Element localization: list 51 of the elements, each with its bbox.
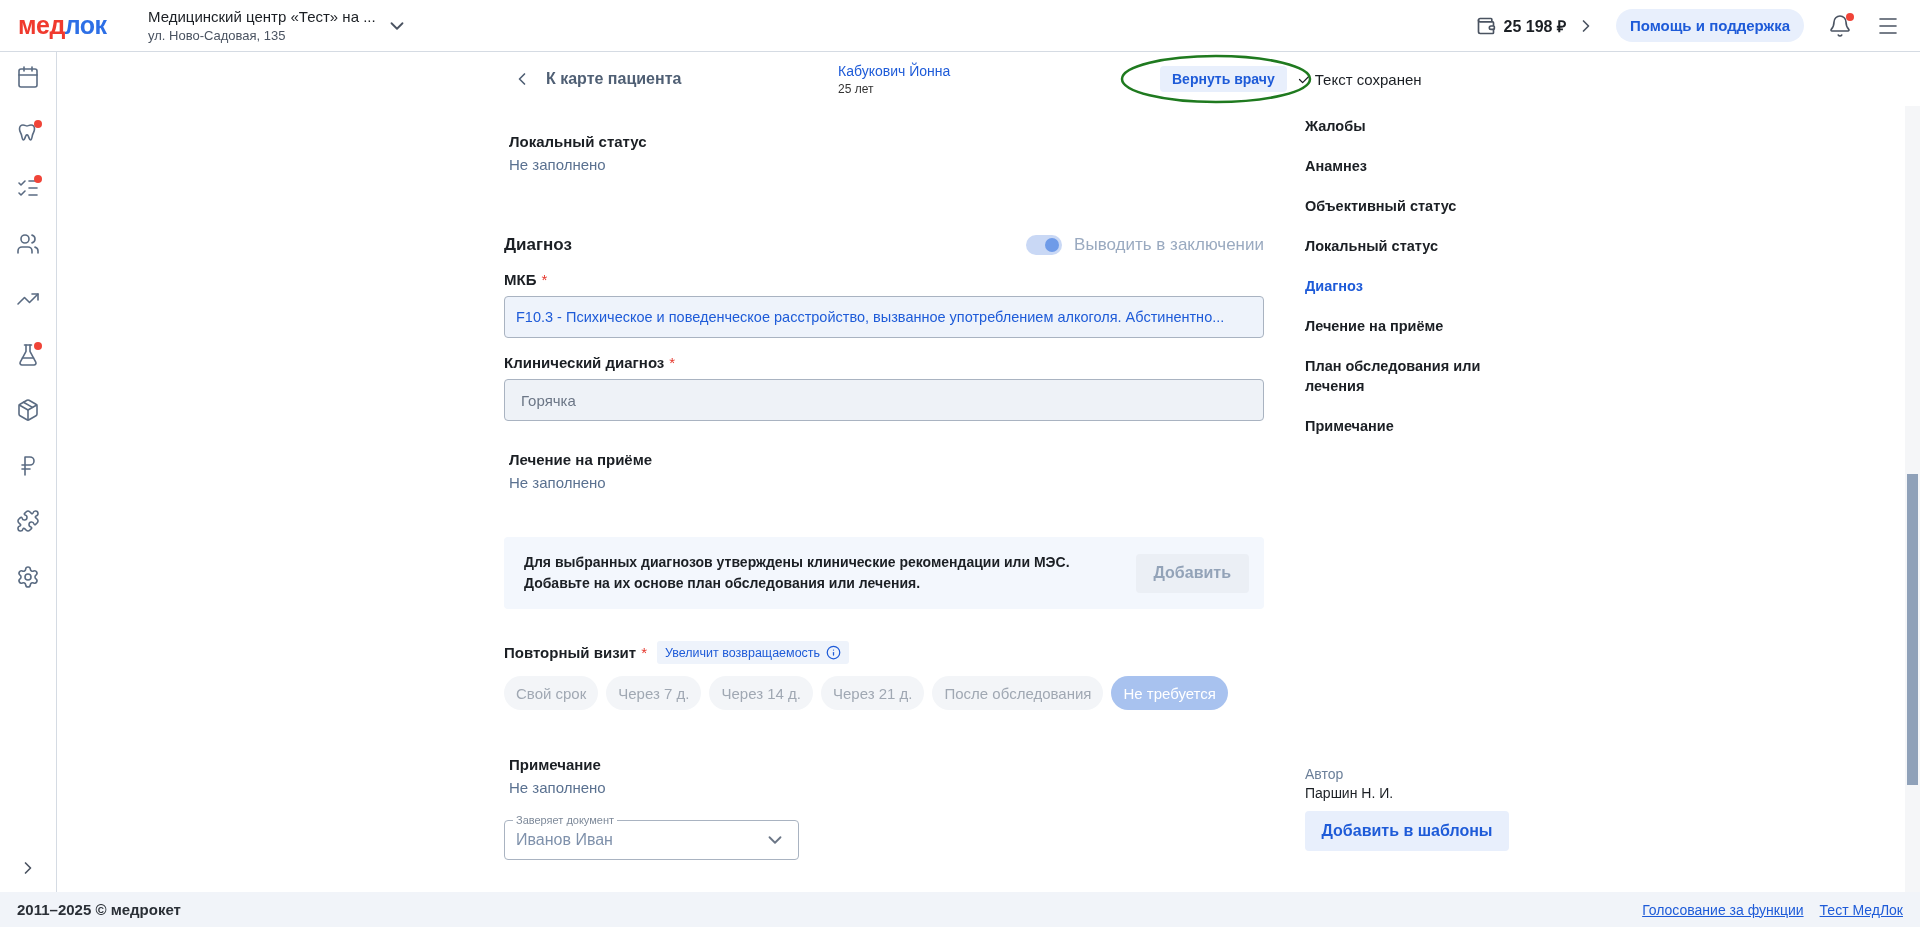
footer-link[interactable]: Голосование за функции — [1642, 901, 1804, 918]
section-title: Диагноз — [504, 235, 572, 255]
nav-link[interactable]: Локальный статус — [1305, 236, 1505, 256]
settings-icon[interactable] — [16, 564, 40, 589]
calendar-icon[interactable] — [16, 65, 40, 89]
section-value: Не заполнено — [509, 779, 607, 796]
scrollbar[interactable] — [1905, 106, 1920, 892]
diagnosis-code-field[interactable]: F10.3 - Психическое и поведенческое расстройство, вызванное употреблением алкоголя. Абстинентно... — [504, 296, 1264, 338]
users-icon[interactable] — [16, 231, 40, 256]
info-icon[interactable] — [826, 645, 842, 660]
copyright: 2011–2025 © медрокет — [17, 901, 181, 918]
back-link[interactable]: К карте пациента — [512, 69, 682, 89]
select-label: Заверяет документ — [513, 813, 618, 827]
box-icon[interactable] — [16, 398, 40, 422]
clinic-name: Медицинский центр «Тест» на ... — [148, 8, 376, 25]
toggle-label: Выводить в заключении — [1074, 235, 1264, 255]
logo[interactable]: медлок — [18, 11, 148, 40]
bell-icon[interactable] — [1828, 13, 1852, 38]
author-label: Автор — [1305, 766, 1345, 782]
nav-link[interactable]: Объективный статус — [1305, 196, 1505, 216]
section-value: Не заполнено — [509, 474, 607, 491]
nav-link[interactable]: Примечание — [1305, 416, 1505, 436]
patient-age: 25 лет — [838, 81, 875, 96]
balance: 25 198 ₽ — [1503, 16, 1566, 37]
patient-name[interactable]: Кабукович Йонна — [838, 62, 951, 79]
field-label: Повторный визит * — [504, 644, 647, 661]
return-button[interactable]: Вернуть врачу — [1160, 66, 1287, 92]
section-title: Локальный статус — [509, 133, 648, 150]
save-status: Текст сохранен — [1296, 70, 1422, 88]
clinic-address: ул. Ново-Садовая, 135 — [148, 28, 287, 43]
clinical-diagnosis-field[interactable]: Горячка — [504, 379, 1264, 421]
nav-link[interactable]: Анамнез — [1305, 156, 1505, 176]
field-label: МКБ * — [504, 271, 549, 288]
footer-link[interactable]: Тест МедЛок — [1819, 901, 1903, 918]
wallet-icon[interactable] — [1475, 15, 1496, 36]
nav-link[interactable]: Жалобы — [1305, 116, 1505, 136]
section-title: Лечение на приёме — [509, 451, 654, 468]
section-value: Не заполнено — [509, 156, 607, 173]
select-value: Иванов Иван — [516, 831, 613, 849]
author-name: Паршин Н. И. — [1305, 785, 1395, 801]
nav-link[interactable]: Диагноз — [1305, 276, 1505, 296]
notice-text: Для выбранных диагнозов утверждены клинические рекомендации или МЭС. Добавьте на их основе план обследования или лечения. — [524, 553, 1071, 593]
nav-link[interactable]: Лечение на приёме — [1305, 316, 1505, 336]
section-title: Примечание — [509, 756, 602, 773]
flask-icon[interactable] — [16, 342, 40, 367]
puzzle-icon[interactable] — [16, 509, 40, 533]
field-label: Клинический диагноз * — [504, 354, 677, 371]
help-button[interactable]: Помощь и поддержка — [1615, 9, 1804, 42]
add-to-templates-button[interactable]: Добавить в шаблоны — [1305, 811, 1509, 851]
nav-link[interactable]: План обследования или лечения — [1305, 356, 1505, 396]
hint-tag: Увеличит возвращаемость — [657, 641, 850, 664]
